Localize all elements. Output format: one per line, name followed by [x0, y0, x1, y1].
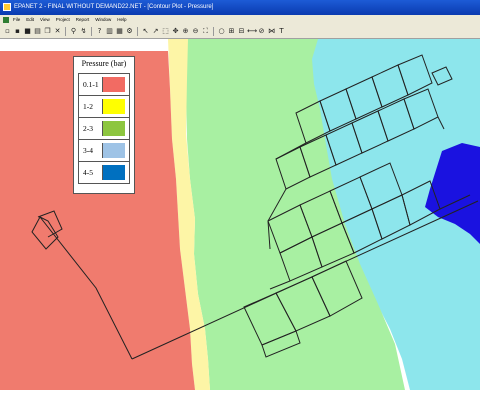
new-file-icon[interactable]: ▫ [3, 27, 12, 36]
zoom-in-icon[interactable]: ⊕ [181, 27, 190, 36]
menu-file[interactable]: File [12, 15, 21, 25]
add-valve-icon[interactable]: ⋈ [267, 27, 276, 36]
legend-swatch [102, 99, 125, 114]
pressure-legend[interactable]: Pressure (bar) 0.1-1 1-2 2-3 3-4 4-5 [73, 56, 135, 194]
menu-project[interactable]: Project [55, 15, 71, 25]
child-window-icon[interactable] [3, 17, 9, 23]
network-map[interactable]: Pressure (bar) 0.1-1 1-2 2-3 3-4 4-5 [0, 39, 480, 390]
legend-swatch [102, 121, 125, 136]
legend-title: Pressure (bar) [81, 59, 127, 68]
print-icon[interactable]: ▤ [33, 27, 42, 36]
toolbar-separator [137, 27, 138, 36]
zoom-out-icon[interactable]: ⊖ [191, 27, 200, 36]
add-label-icon[interactable]: T [277, 27, 286, 36]
menu-view[interactable]: View [39, 15, 51, 25]
table-icon[interactable]: ▦ [115, 27, 124, 36]
epanet-window: EPANET 2 - FINAL WITHOUT DEMAND22.NET - … [0, 0, 480, 402]
add-reservoir-icon[interactable]: ⊞ [227, 27, 236, 36]
query-icon[interactable]: ? [95, 27, 104, 36]
copy-icon[interactable]: ❐ [43, 27, 52, 36]
save-icon[interactable]: ■ [23, 27, 32, 36]
menu-window[interactable]: Window [94, 15, 112, 25]
pan-icon[interactable]: ✥ [171, 27, 180, 36]
options-icon[interactable]: ⚙ [125, 27, 134, 36]
select-region-icon[interactable]: ⬚ [161, 27, 170, 36]
select-vertex-icon[interactable]: ↗ [151, 27, 160, 36]
legend-swatch [102, 165, 125, 180]
legend-range-label: 3-4 [83, 146, 93, 155]
legend-row: 0.1-1 [78, 74, 130, 96]
contour-plot[interactable] [0, 39, 480, 390]
legend-row: 3-4 [78, 140, 130, 162]
delete-icon[interactable]: ✕ [53, 27, 62, 36]
epanet-app-icon [3, 3, 11, 11]
legend-row: 2-3 [78, 118, 130, 140]
full-extent-icon[interactable]: ⛶ [201, 27, 210, 36]
legend-range-label: 1-2 [83, 102, 93, 111]
legend-rows: 0.1-1 1-2 2-3 3-4 4-5 [78, 73, 130, 184]
legend-swatch [102, 77, 125, 92]
graph-icon[interactable]: ▥ [105, 27, 114, 36]
toolbar-separator [213, 27, 214, 36]
legend-range-label: 0.1-1 [83, 80, 99, 89]
toolbar-separator [65, 27, 66, 36]
menu-edit[interactable]: Edit [25, 15, 35, 25]
menu-help[interactable]: Help [116, 15, 127, 25]
toolbar-separator [91, 27, 92, 36]
menu-bar: File Edit View Project Report Window Hel… [0, 15, 480, 25]
legend-row: 4-5 [78, 162, 130, 184]
find-icon[interactable]: ⚲ [69, 27, 78, 36]
select-object-icon[interactable]: ↖ [141, 27, 150, 36]
legend-row: 1-2 [78, 96, 130, 118]
legend-swatch [102, 143, 125, 158]
add-tank-icon[interactable]: ⊟ [237, 27, 246, 36]
menu-report[interactable]: Report [75, 15, 91, 25]
add-pipe-icon[interactable]: ⟷ [247, 27, 257, 36]
legend-range-label: 4-5 [83, 168, 93, 177]
window-title: EPANET 2 - FINAL WITHOUT DEMAND22.NET - … [14, 4, 214, 10]
open-folder-icon[interactable]: ▪ [13, 27, 22, 36]
legend-range-label: 2-3 [83, 124, 93, 133]
toolbar-buttons: ▫ ▪ ■ ▤ ❐ ✕ ⚲ ↯? ▥ ▦ ⚙ ↖ ↗ ⬚ ✥ ⊕ ⊖ ⛶ ○ ⊞ ⊟ ⟷ ⊘ ⋈ T [3, 27, 286, 36]
add-junction-icon[interactable]: ○ [217, 27, 226, 36]
toolbar: ▫ ▪ ■ ▤ ❐ ✕ ⚲ ↯? ▥ ▦ ⚙ ↖ ↗ ⬚ ✥ ⊕ ⊖ ⛶ ○ ⊞ ⊟ ⟷ ⊘ ⋈ T [0, 25, 480, 39]
add-pump-icon[interactable]: ⊘ [257, 27, 266, 36]
run-icon[interactable]: ↯ [79, 27, 88, 36]
title-bar: EPANET 2 - FINAL WITHOUT DEMAND22.NET - … [0, 0, 480, 15]
